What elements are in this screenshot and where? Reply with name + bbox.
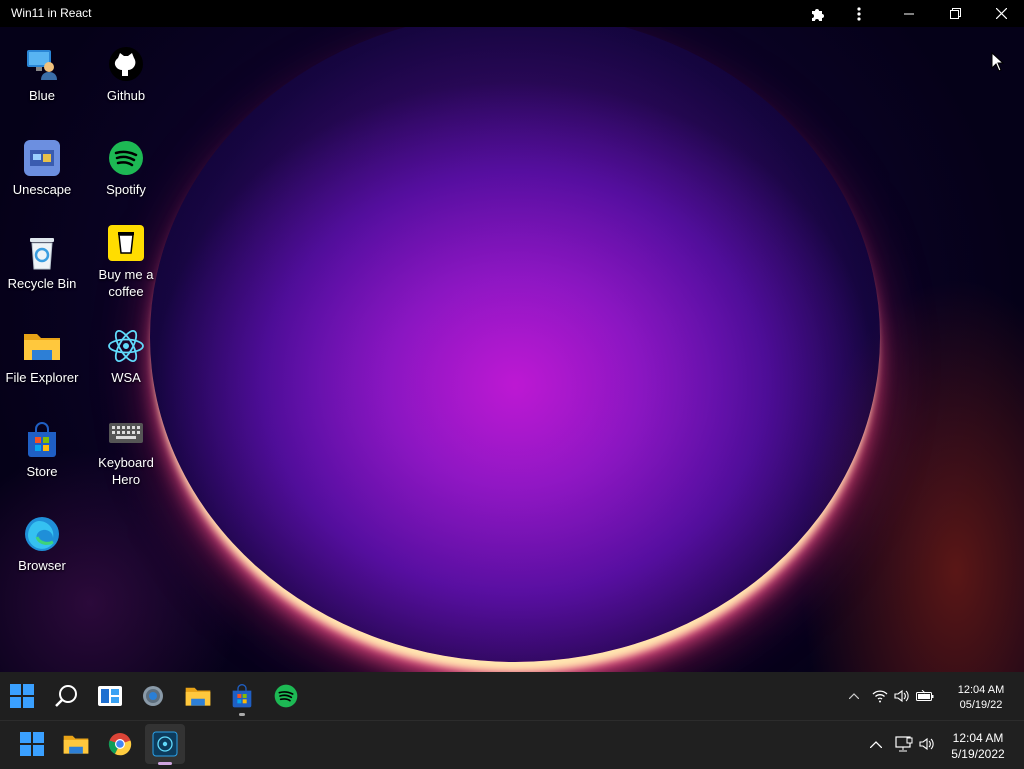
desktop-icon-unescape[interactable]: Unescape <box>0 139 84 198</box>
recycle-bin-icon <box>23 233 61 271</box>
window-titlebar: Win11 in React <box>0 0 1024 27</box>
close-button[interactable] <box>981 0 1021 27</box>
wifi-icon <box>872 690 888 703</box>
host-active-app-button[interactable] <box>145 724 185 764</box>
desktop-icon-label: Unescape <box>12 182 72 197</box>
github-icon <box>107 45 145 83</box>
taskbar-settings-button[interactable] <box>133 676 173 716</box>
start-icon <box>10 684 34 708</box>
inner-taskbar: 12:04 AM 05/19/22 <box>0 672 1024 720</box>
desktop-icon-label: Recycle Bin <box>7 276 77 291</box>
desktop-icon-buy-me-a-coffee[interactable]: Buy me a coffee <box>84 224 168 300</box>
spotify-icon <box>107 139 145 177</box>
coffee-icon <box>107 224 145 262</box>
desktop-icon-recycle-bin[interactable]: Recycle Bin <box>0 233 84 292</box>
running-indicator <box>239 713 245 716</box>
clock-date: 05/19/22 <box>959 699 1003 711</box>
tray-overflow-button[interactable] <box>842 676 866 716</box>
user-monitor-icon <box>23 45 61 83</box>
widgets-icon <box>98 686 122 706</box>
desktop-icon-label: WSA <box>111 370 141 385</box>
keyboard-icon <box>107 412 145 450</box>
host-tray-status-button[interactable] <box>890 724 940 764</box>
desktop[interactable]: Blue Unescape Recycle Bin File Explorer … <box>0 27 1024 672</box>
desktop-icon-store[interactable]: Store <box>0 421 84 480</box>
folder-icon <box>185 687 211 706</box>
search-icon <box>55 685 77 707</box>
host-taskbar: 12:04 AM 5/19/2022 <box>0 720 1024 769</box>
desktop-icon-keyboard-hero[interactable]: Keyboard Hero <box>84 412 168 488</box>
host-tray-clock[interactable]: 12:04 AM 5/19/2022 <box>944 730 1012 762</box>
host-tray-overflow-button[interactable] <box>864 724 888 764</box>
puzzle-icon <box>812 8 824 21</box>
desktop-icon-label: Keyboard Hero <box>98 455 154 487</box>
desktop-icon-label: Buy me a coffee <box>98 267 154 299</box>
store-icon <box>23 421 61 459</box>
edge-icon <box>23 515 61 553</box>
settings-icon <box>143 686 163 706</box>
desktop-icon-label: Store <box>26 464 58 479</box>
taskbar-store-button[interactable] <box>222 676 262 716</box>
taskbar-search-button[interactable] <box>46 676 86 716</box>
folder-icon <box>63 735 89 754</box>
taskbar-widgets-button[interactable] <box>90 676 130 716</box>
folder-icon <box>23 327 61 365</box>
desktop-icon-file-explorer[interactable]: File Explorer <box>0 327 84 386</box>
desktop-icon-label: Browser <box>18 558 66 573</box>
taskbar-start-button[interactable] <box>2 676 42 716</box>
chrome-icon <box>108 733 132 756</box>
active-indicator <box>158 762 172 765</box>
desktop-icon-wsa[interactable]: WSA <box>84 327 168 386</box>
desktop-icon-label: Spotify <box>106 182 146 197</box>
window-title: Win11 in React <box>11 6 92 20</box>
store-icon <box>232 684 252 708</box>
app-icon <box>152 731 178 757</box>
kebab-menu-icon <box>857 6 861 21</box>
desktop-icon-github[interactable]: Github <box>84 45 168 104</box>
host-file-explorer-button[interactable] <box>56 724 96 764</box>
react-icon <box>107 327 145 365</box>
chevron-up-icon <box>870 740 882 748</box>
minimize-button[interactable] <box>889 0 929 27</box>
start-icon <box>20 732 44 756</box>
desktop-icon-label: Blue <box>28 88 56 103</box>
host-start-button[interactable] <box>12 724 52 764</box>
desktop-icon-blue[interactable]: Blue <box>0 45 84 104</box>
spotify-icon <box>274 684 298 708</box>
wallpaper-bloom <box>150 27 880 662</box>
extensions-button[interactable] <box>798 0 838 27</box>
host-chrome-button[interactable] <box>100 724 140 764</box>
clock-time: 12:04 AM <box>957 684 1005 696</box>
desktop-icon-label: Github <box>106 88 146 103</box>
taskbar-spotify-button[interactable] <box>266 676 306 716</box>
close-icon <box>995 8 1007 19</box>
battery-icon <box>916 690 934 701</box>
desktop-icon-spotify[interactable]: Spotify <box>84 139 168 198</box>
desktop-icon-label: File Explorer <box>5 370 79 385</box>
more-options-button[interactable] <box>839 0 879 27</box>
chevron-up-icon <box>849 693 859 699</box>
network-icon <box>895 736 913 752</box>
mouse-cursor-icon <box>991 52 1005 72</box>
restore-button[interactable] <box>935 0 975 27</box>
unescape-icon <box>23 139 61 177</box>
desktop-icon-browser[interactable]: Browser <box>0 515 84 574</box>
volume-icon <box>894 689 909 703</box>
tray-status-button[interactable] <box>868 676 938 716</box>
minimize-icon <box>904 13 914 14</box>
tray-clock[interactable]: 12:04 AM 05/19/22 <box>948 683 1014 713</box>
volume-icon <box>919 737 934 751</box>
taskbar-file-explorer-button[interactable] <box>178 676 218 716</box>
restore-icon <box>949 8 961 19</box>
clock-date: 5/19/2022 <box>951 747 1005 761</box>
clock-time: 12:04 AM <box>952 731 1004 745</box>
